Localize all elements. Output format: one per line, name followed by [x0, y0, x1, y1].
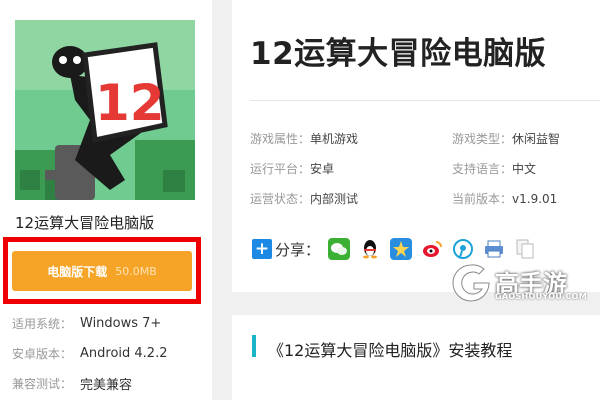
page-title: 12运算大冒险电脑版: [250, 36, 547, 72]
attr-label: 运营状态：: [250, 192, 311, 206]
attr-value: 单机游戏: [310, 132, 359, 146]
plus-icon[interactable]: +: [252, 239, 272, 259]
qq-icon[interactable]: [359, 238, 382, 260]
spec-value: Android 4.2.2: [80, 345, 168, 361]
attr-value: 内部测试: [310, 192, 359, 206]
divider: [250, 100, 600, 101]
share-label: 分享：: [275, 240, 321, 259]
wechat-icon[interactable]: [328, 238, 351, 260]
tutorial-card: 《12运算大冒险电脑版》安装教程: [232, 315, 600, 400]
info-card: 12运算大冒险电脑版 游戏属性：单机游戏 游戏类型：休闲益智 运行平台：安卓 支…: [232, 0, 600, 292]
attr-label: 当前版本：: [452, 192, 513, 206]
attr-label: 运行平台：: [250, 162, 311, 176]
share-bar: + 分享：: [252, 238, 545, 260]
attr-label: 游戏类型：: [452, 132, 513, 146]
watermark: 高手游 GAOSHOUYOU.COM: [450, 258, 587, 308]
download-size: 50.0MB: [115, 264, 157, 278]
attr-label: 游戏属性：: [250, 132, 311, 146]
watermark-logo-icon: [452, 264, 490, 302]
attr-value: v1.9.01: [512, 192, 558, 206]
spec-label: 兼容测试：: [12, 376, 73, 391]
spec-list: 适用系统： Windows 7+ 安卓版本： Android 4.2.2 兼容测…: [12, 308, 212, 398]
download-button[interactable]: 电脑版下载 50.0MB: [12, 251, 192, 291]
attr-game-type: 游戏类型：休闲益智: [452, 130, 560, 147]
spec-label: 适用系统：: [12, 316, 73, 331]
attr-language: 支持语言：中文: [452, 160, 536, 177]
spec-row-system: 适用系统： Windows 7+: [12, 308, 212, 338]
attr-platform: 运行平台：安卓: [250, 160, 334, 177]
app-icon[interactable]: 12: [15, 20, 195, 200]
watermark-domain: GAOSHOUYOU.COM: [495, 292, 587, 301]
attr-value: 中文: [512, 162, 537, 176]
attr-value: 安卓: [310, 162, 335, 176]
attr-value: 休闲益智: [512, 132, 561, 146]
download-button-label: 电脑版下载: [47, 264, 108, 279]
tutorial-accent-bar: [252, 335, 256, 357]
spec-value: Windows 7+: [80, 315, 162, 331]
attr-status: 运营状态：内部测试: [250, 190, 358, 207]
spec-row-android: 安卓版本： Android 4.2.2: [12, 338, 212, 368]
spec-label: 安卓版本：: [12, 346, 73, 361]
spec-value: 完美兼容: [80, 377, 133, 393]
qzone-icon[interactable]: [390, 238, 413, 260]
attr-label: 支持语言：: [452, 162, 513, 176]
tencent-weibo-icon[interactable]: [452, 238, 475, 260]
weibo-icon[interactable]: [421, 238, 444, 260]
print-icon[interactable]: [483, 238, 506, 260]
icon-number: 12: [95, 74, 165, 132]
tutorial-title[interactable]: 《12运算大冒险电脑版》安装教程: [268, 337, 512, 361]
app-name: 12运算大冒险电脑版: [15, 214, 155, 232]
left-panel: 12 12运算大冒险电脑版 电脑版下载 50.0MB 适用系统： Windows…: [0, 0, 212, 400]
attr-version: 当前版本：v1.9.01: [452, 190, 557, 207]
copy-icon[interactable]: [514, 238, 537, 260]
spec-row-compat: 兼容测试： 完美兼容: [12, 368, 212, 398]
attr-game-attr: 游戏属性：单机游戏: [250, 130, 358, 147]
